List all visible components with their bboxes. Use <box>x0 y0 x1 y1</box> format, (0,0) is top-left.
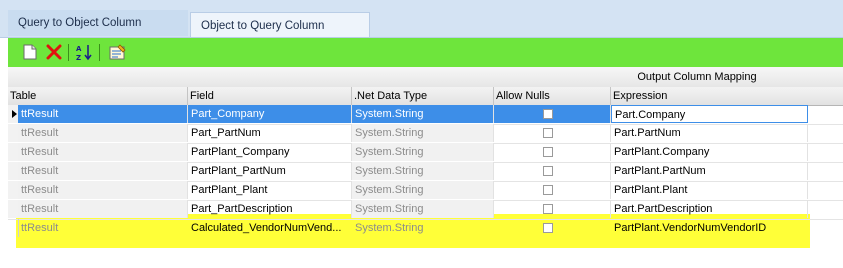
allow-nulls-checkbox[interactable] <box>543 147 553 157</box>
allow-nulls-checkbox[interactable] <box>543 223 553 233</box>
cell-type: System.String <box>352 124 494 142</box>
sort-button[interactable]: A Z <box>74 42 94 62</box>
new-button[interactable] <box>20 42 40 62</box>
cell-allow-nulls[interactable] <box>494 181 611 199</box>
new-icon <box>23 44 37 60</box>
cell-allow-nulls[interactable] <box>494 124 611 142</box>
column-header-row: Table Field .Net Data Type Allow Nulls E… <box>8 87 843 106</box>
cell-expression[interactable]: Part.PartDescription <box>611 200 808 218</box>
cell-expression[interactable]: PartPlant.Plant <box>611 181 808 199</box>
svg-text:A: A <box>76 45 82 53</box>
tab-object-to-query[interactable]: Object to Query Column Mapping <box>190 12 370 58</box>
svg-text:Z: Z <box>76 54 81 61</box>
column-header-net-data-type[interactable]: .Net Data Type <box>352 87 494 105</box>
cell-type: System.String <box>352 200 494 218</box>
toolbar: A Z <box>8 38 843 68</box>
sort-az-icon: A Z <box>76 45 92 61</box>
cell-table: ttResult <box>18 124 188 142</box>
allow-nulls-checkbox[interactable] <box>543 109 553 119</box>
column-header-table[interactable]: Table <box>8 87 188 105</box>
cell-expression[interactable]: PartPlant.VendorNumVendorID <box>611 219 808 237</box>
table-row[interactable]: ttResult Calculated_VendorNumVend... Syste… <box>8 219 843 238</box>
cell-allow-nulls[interactable] <box>494 219 611 237</box>
table-row[interactable]: ttResult PartPlant_PartNum System.String Pa… <box>8 162 843 182</box>
cell-field[interactable]: Calculated_VendorNumVend... <box>188 219 352 237</box>
table-row[interactable]: ttResult Part_PartNum System.String Part.Pa… <box>8 124 843 144</box>
column-header-allow-nulls[interactable]: Allow Nulls <box>494 87 611 105</box>
edit-list-icon <box>109 44 126 60</box>
delete-icon <box>46 44 62 60</box>
table-row[interactable]: ttResult PartPlant_Company System.String Pa… <box>8 143 843 163</box>
tab-strip: Query to Object Column Mapping Object to… <box>0 0 843 58</box>
allow-nulls-checkbox[interactable] <box>543 204 553 214</box>
output-column-mapping-label: Output Column Mapping <box>637 71 757 83</box>
cell-table: ttResult <box>18 200 188 218</box>
cell-table: ttResult <box>18 162 188 180</box>
cell-type: System.String <box>352 181 494 199</box>
cell-field[interactable]: PartPlant_PartNum <box>188 162 352 180</box>
cell-type: System.String <box>352 162 494 180</box>
cell-allow-nulls[interactable] <box>494 105 611 123</box>
cell-allow-nulls[interactable] <box>494 143 611 161</box>
delete-button[interactable] <box>44 42 64 62</box>
cell-expression[interactable]: PartPlant.PartNum <box>611 162 808 180</box>
toolbar-separator <box>99 44 100 61</box>
cell-type: System.String <box>355 222 424 234</box>
cell-field[interactable]: Part_PartDescription <box>188 200 352 218</box>
cell-expression[interactable]: Part.PartNum <box>611 124 808 142</box>
allow-nulls-checkbox[interactable] <box>543 128 553 138</box>
cell-field[interactable]: Part_Company <box>188 105 352 123</box>
group-band: Output Column Mapping <box>8 67 843 88</box>
cell-type: System.String <box>352 105 494 123</box>
cell-type: System.String <box>352 143 494 161</box>
tab-query-to-object[interactable]: Query to Object Column Mapping <box>8 10 188 55</box>
cell-table: ttResult <box>18 181 188 199</box>
allow-nulls-checkbox[interactable] <box>543 166 553 176</box>
cell-allow-nulls[interactable] <box>494 162 611 180</box>
column-header-field[interactable]: Field <box>188 87 352 105</box>
cell-field[interactable]: PartPlant_Company <box>188 143 352 161</box>
cell-expression[interactable]: Part.Company <box>611 105 808 123</box>
cell-field[interactable]: Part_PartNum <box>188 124 352 142</box>
cell-table: ttResult <box>18 105 188 123</box>
cell-allow-nulls[interactable] <box>494 200 611 218</box>
cell-expression[interactable]: PartPlant.Company <box>611 143 808 161</box>
table-row[interactable]: ttResult Part_PartDescription System.Strin… <box>8 200 843 220</box>
cell-table: ttResult <box>21 222 59 234</box>
edit-list-button[interactable] <box>108 42 128 62</box>
allow-nulls-checkbox[interactable] <box>543 185 553 195</box>
table-row[interactable]: ttResult Part_Company System.String Part.Co… <box>8 105 843 125</box>
cell-table: ttResult <box>18 143 188 161</box>
column-header-expression[interactable]: Expression <box>611 87 843 105</box>
current-row-arrow-icon <box>12 110 17 118</box>
cell-field[interactable]: PartPlant_Plant <box>188 181 352 199</box>
toolbar-separator <box>68 44 69 61</box>
table-row[interactable]: ttResult PartPlant_Plant System.String Part… <box>8 181 843 201</box>
